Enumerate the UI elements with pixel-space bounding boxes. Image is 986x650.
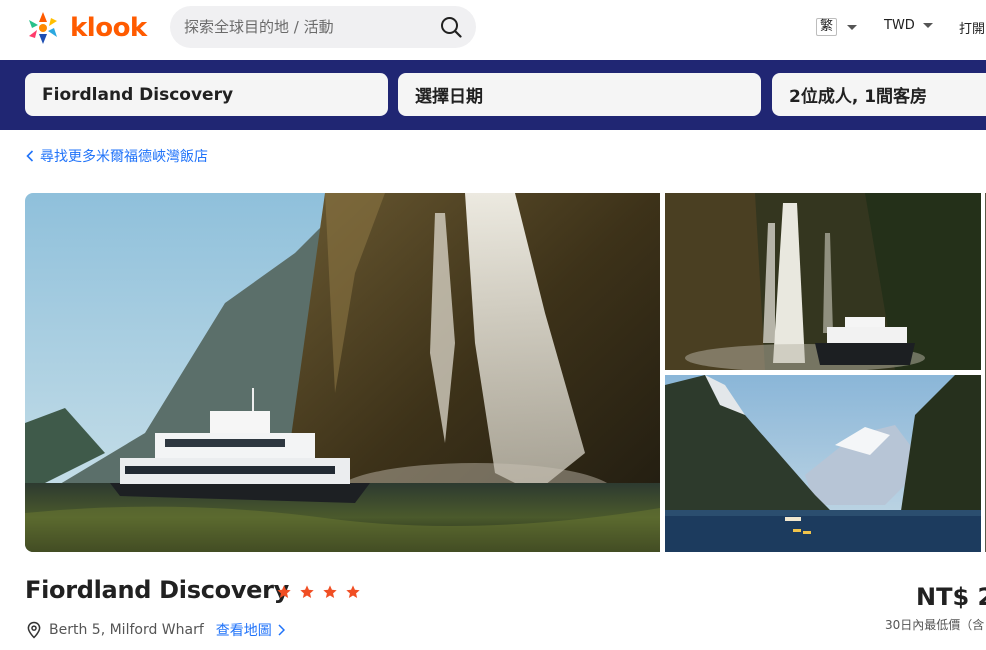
search-bar[interactable] [170, 6, 476, 48]
star-icon [277, 585, 291, 598]
logo-text: klook [70, 13, 147, 43]
main-photo-image [25, 193, 660, 552]
bottom-right-photo[interactable] [665, 375, 981, 552]
hotel-name: Fiordland Discovery [25, 576, 290, 604]
price-note: 30日內最低價（含 [885, 618, 985, 632]
language-label: 繁 [816, 18, 838, 36]
open-app-link[interactable]: 打開 [959, 18, 985, 37]
star-icon [300, 585, 314, 598]
booking-bar: Fiordland Discovery 選擇日期 2位成人, 1間客房 [0, 60, 986, 130]
bottom-right-photo-image [665, 375, 981, 552]
location-pin-icon [27, 621, 41, 639]
search-input[interactable] [184, 6, 434, 48]
star-icon [346, 585, 360, 598]
hotel-field[interactable]: Fiordland Discovery [25, 73, 388, 116]
klook-logo[interactable]: klook [24, 9, 147, 47]
language-selector[interactable]: 繁 [816, 18, 858, 36]
top-header: klook 繁 TWD 打開 [0, 0, 986, 60]
date-field[interactable]: 選擇日期 [398, 73, 761, 116]
address-text: Berth 5, Milford Wharf [49, 622, 204, 638]
guests-field[interactable]: 2位成人, 1間客房 [772, 73, 986, 116]
photo-gallery [25, 193, 986, 552]
search-icon[interactable] [440, 16, 462, 38]
chevron-left-icon [26, 150, 34, 162]
view-map-label: 查看地圖 [215, 623, 272, 639]
klook-logo-icon [29, 12, 57, 44]
top-right-photo[interactable] [665, 193, 981, 370]
star-icon [323, 585, 337, 598]
view-map-link[interactable]: 查看地圖 [216, 620, 285, 640]
chevron-down-icon [847, 24, 858, 30]
top-right-photo-image [665, 193, 981, 370]
hotel-address: Berth 5, Milford Wharf 查看地圖 [25, 620, 285, 640]
price: NT$ 2 [916, 583, 986, 611]
currency-selector[interactable]: TWD [884, 18, 933, 33]
main-photo[interactable] [25, 193, 660, 552]
back-link-label: 尋找更多米爾福德峽灣飯店 [40, 149, 208, 165]
back-to-more-hotels-link[interactable]: 尋找更多米爾福德峽灣飯店 [26, 146, 208, 166]
currency-label: TWD [884, 18, 915, 33]
star-rating [276, 584, 361, 600]
chevron-right-icon [278, 624, 285, 636]
chevron-down-icon [922, 23, 933, 28]
